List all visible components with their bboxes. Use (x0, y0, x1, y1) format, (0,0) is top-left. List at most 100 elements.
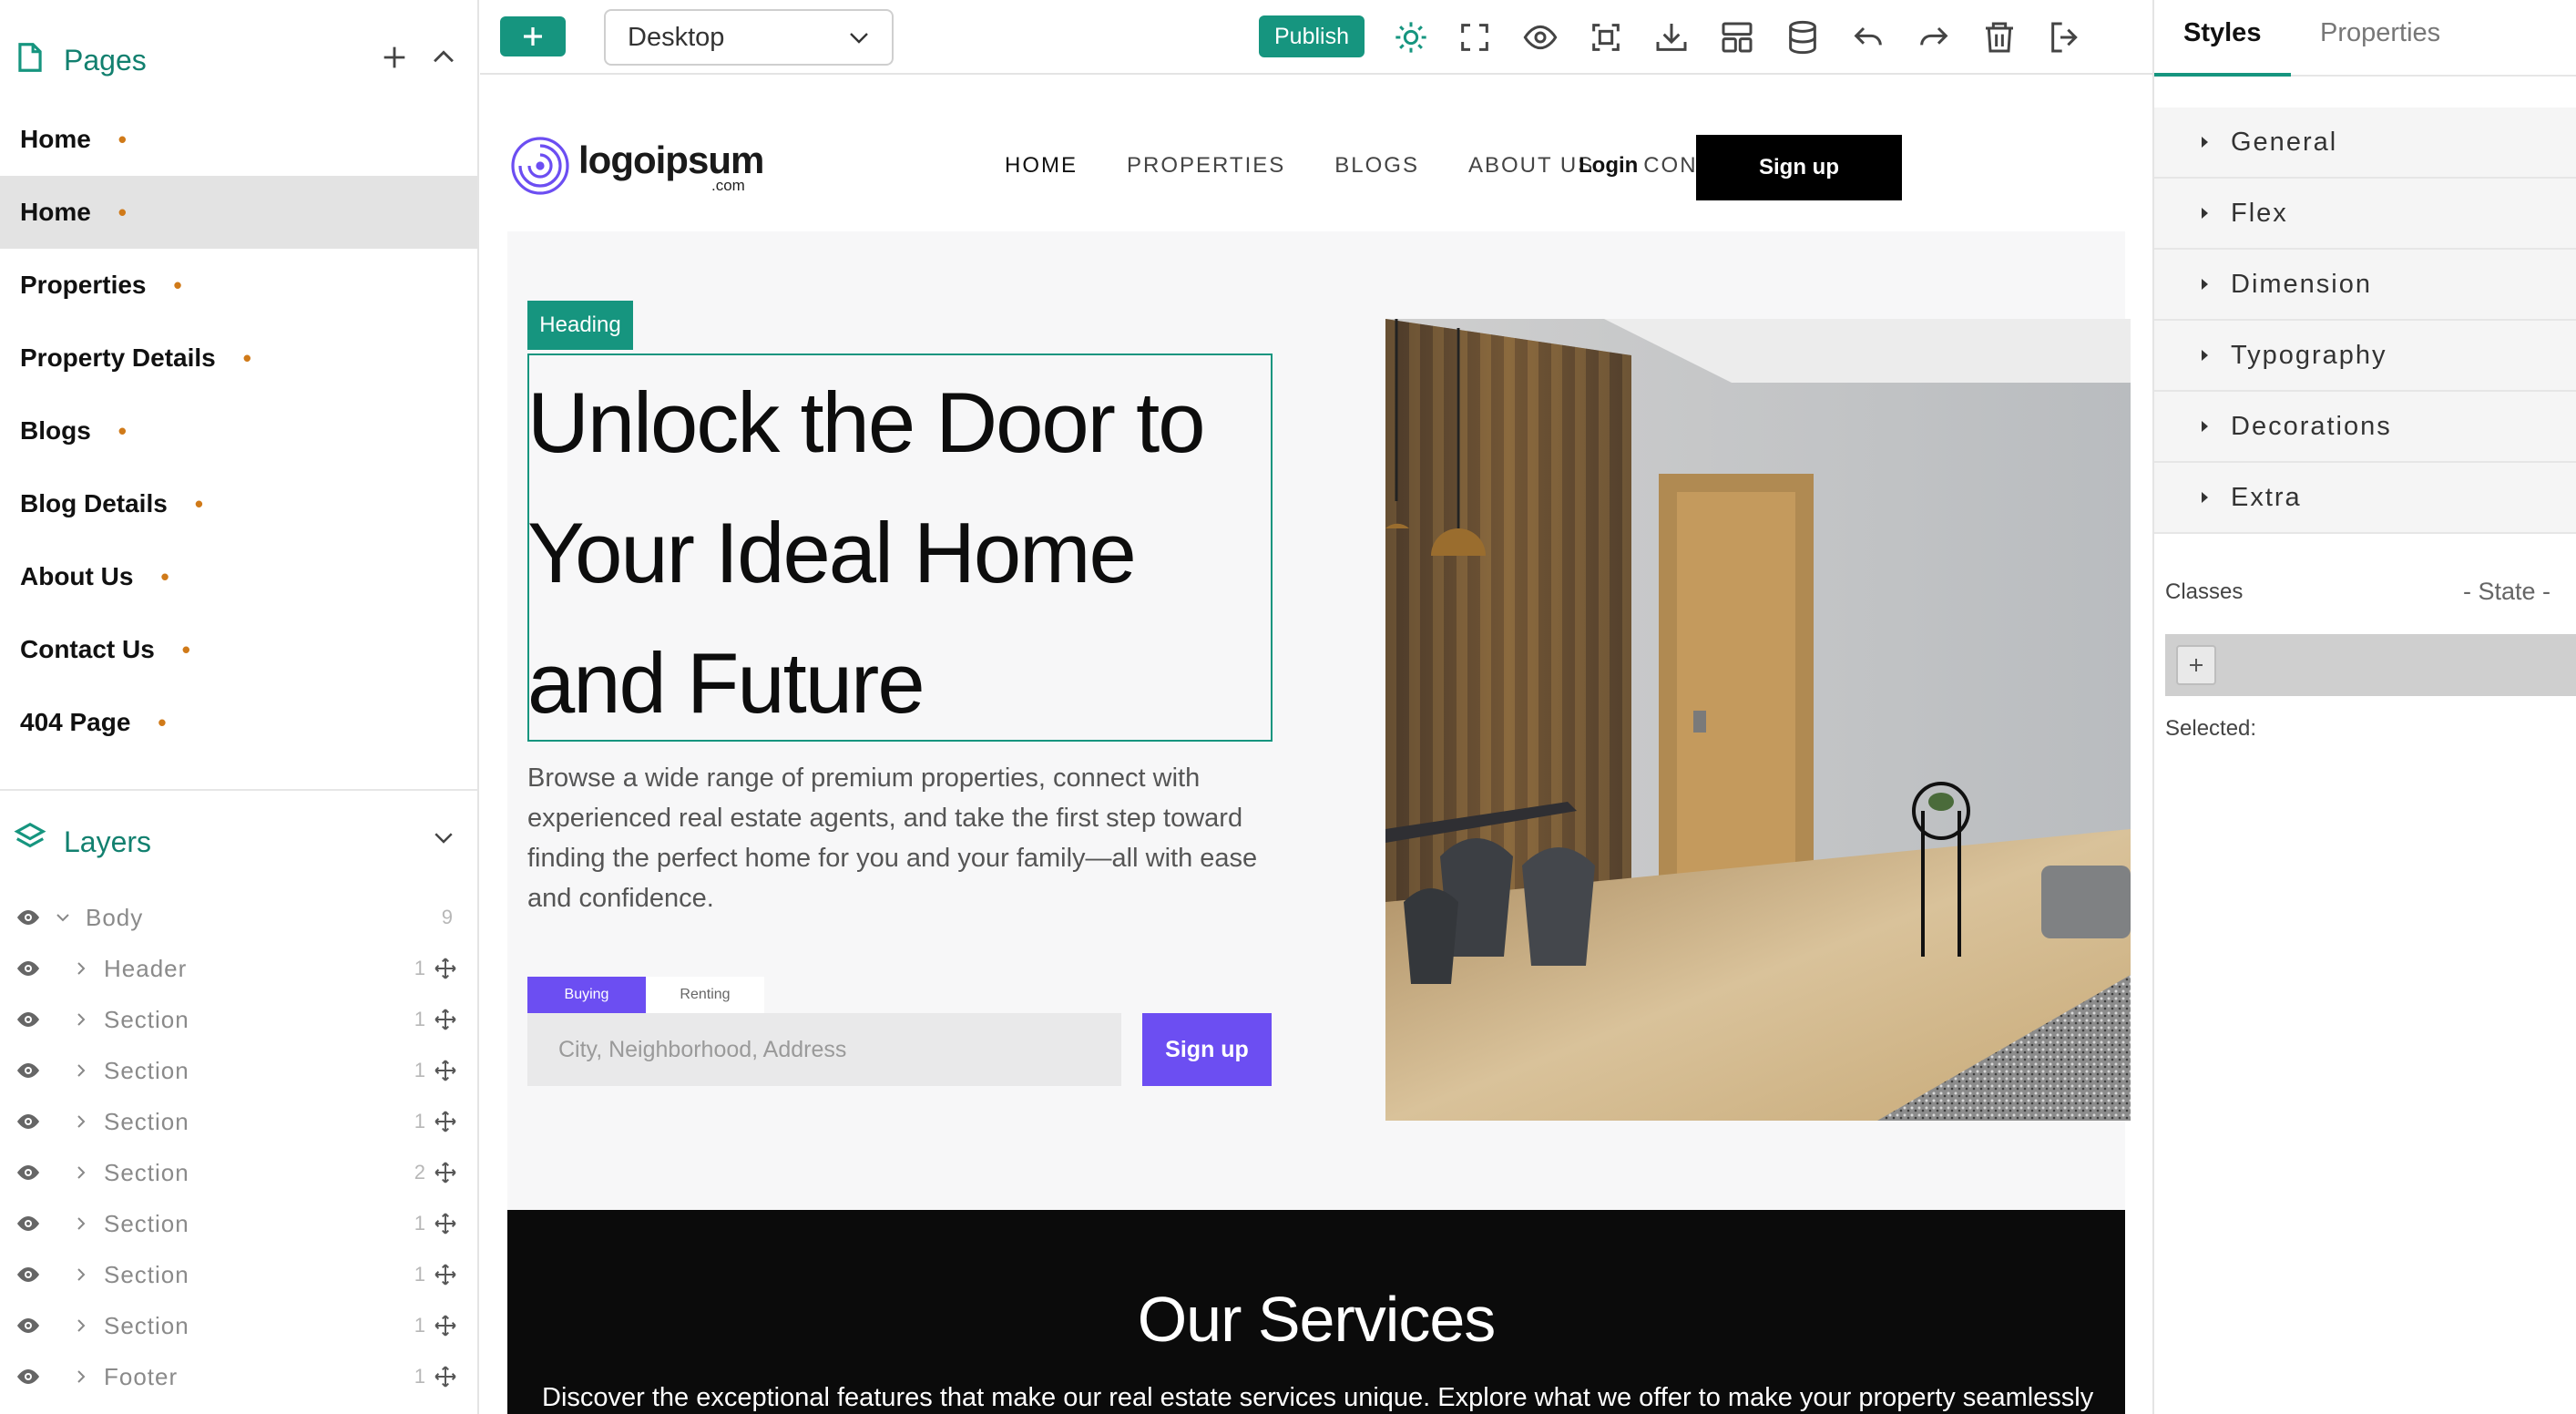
style-sector[interactable]: Flex (2154, 179, 2576, 250)
chevron-right-icon[interactable] (73, 1368, 89, 1385)
fullscreen-icon[interactable] (1457, 19, 1493, 56)
eye-icon[interactable] (16, 1112, 40, 1131)
eye-icon[interactable] (16, 908, 40, 927)
chevron-right-icon[interactable] (73, 1164, 89, 1181)
nav-link[interactable]: HOME (1005, 153, 1078, 179)
nav-link[interactable]: ABOUT US (1468, 153, 1594, 179)
chevron-right-icon[interactable] (73, 1317, 89, 1334)
page-item-label: Home (20, 198, 91, 226)
eye-icon[interactable] (16, 1061, 40, 1080)
nav-link[interactable]: BLOGS (1334, 153, 1419, 179)
eye-icon[interactable] (16, 1265, 40, 1284)
search-input[interactable] (527, 1013, 1121, 1086)
eye-icon[interactable] (16, 1317, 40, 1335)
chevron-right-icon[interactable] (73, 1266, 89, 1283)
exit-icon[interactable] (2047, 19, 2083, 56)
page-item[interactable]: Home • (0, 103, 477, 176)
eye-icon[interactable] (16, 1214, 40, 1233)
redo-icon[interactable] (1916, 19, 1952, 56)
chevron-right-icon[interactable] (73, 1215, 89, 1232)
layer-row[interactable]: Section 1 (0, 1198, 477, 1249)
style-sector[interactable]: Decorations (2154, 392, 2576, 463)
layer-row[interactable]: Section 2 (0, 1147, 477, 1198)
preview-eye-icon[interactable] (1522, 19, 1559, 56)
nav-link[interactable]: PROPERTIES (1127, 153, 1285, 179)
layout-icon[interactable] (1719, 19, 1755, 56)
drag-move-icon[interactable] (434, 1314, 457, 1337)
layer-row[interactable]: Section 1 (0, 1300, 477, 1351)
page-item[interactable]: Contact Us • (0, 613, 477, 686)
layer-row[interactable]: Section 1 (0, 994, 477, 1045)
drag-move-icon[interactable] (434, 957, 457, 980)
collapse-pages-icon[interactable] (428, 42, 459, 73)
tab-properties[interactable]: Properties (2320, 18, 2440, 48)
style-sector[interactable]: Dimension (2154, 250, 2576, 321)
eye-icon[interactable] (16, 959, 40, 978)
style-sector[interactable]: Extra (2154, 463, 2576, 534)
hero-heading[interactable]: Unlock the Door to Your Ideal Home and F… (527, 357, 1274, 748)
editor-canvas[interactable]: logoipsum .com HOME PROPERTIES BLOGS ABOUT … (480, 77, 2152, 1414)
chevron-right-icon[interactable] (73, 1011, 89, 1028)
chevron-right-icon[interactable] (73, 1062, 89, 1079)
undo-icon[interactable] (1850, 19, 1886, 56)
publish-button[interactable]: Publish (1259, 15, 1365, 57)
services-section[interactable]: Our Services Discover the exceptional fe… (507, 1210, 2125, 1414)
eye-icon[interactable] (16, 1010, 40, 1029)
drag-move-icon[interactable] (434, 1059, 457, 1082)
hero-description[interactable]: Browse a wide range of premium propertie… (527, 758, 1274, 918)
page-item[interactable]: About Us • (0, 540, 477, 613)
layer-row[interactable]: Footer 1 (0, 1351, 477, 1402)
drag-move-icon[interactable] (434, 1263, 457, 1286)
hero-signup-button[interactable]: Sign up (1142, 1013, 1272, 1086)
style-sector[interactable]: General (2154, 108, 2576, 179)
page-item[interactable]: Blogs • (0, 394, 477, 467)
drag-move-icon[interactable] (434, 1161, 457, 1184)
layer-row[interactable]: Section 1 (0, 1045, 477, 1096)
tab-styles[interactable]: Styles (2183, 18, 2261, 48)
download-icon[interactable] (1653, 19, 1690, 56)
page-item[interactable]: Home • (0, 176, 477, 249)
chevron-right-icon[interactable] (73, 1113, 89, 1130)
login-link[interactable]: Login (1579, 153, 1638, 179)
state-select[interactable]: - State - (2463, 578, 2550, 606)
interior-image[interactable] (1385, 319, 2131, 1121)
style-sector-label: Extra (2231, 482, 2302, 512)
add-class-button[interactable] (2176, 645, 2216, 685)
eye-icon[interactable] (16, 1368, 40, 1386)
tab-renting[interactable]: Renting (646, 977, 764, 1013)
drag-move-icon[interactable] (434, 1110, 457, 1133)
layers-header[interactable]: Layers (0, 798, 479, 889)
add-block-button[interactable] (500, 16, 566, 56)
device-select[interactable]: Desktop (604, 9, 894, 66)
drag-move-icon[interactable] (434, 1008, 457, 1031)
trash-icon[interactable] (1981, 19, 2018, 56)
page-item[interactable]: Property Details • (0, 322, 477, 394)
page-item[interactable]: Properties • (0, 249, 477, 322)
right-panel: Styles Properties General Flex Dimension Ty… (2152, 0, 2576, 1414)
drag-move-icon[interactable] (434, 1365, 457, 1388)
database-icon[interactable] (1784, 19, 1821, 56)
services-description[interactable]: Discover the exceptional features that m… (542, 1383, 2127, 1413)
chevron-down-icon[interactable] (430, 824, 457, 851)
site-header[interactable]: logoipsum .com HOME PROPERTIES BLOGS ABOUT … (507, 120, 2125, 211)
layer-row[interactable]: Header 1 (0, 943, 477, 994)
page-item[interactable]: Blog Details • (0, 467, 477, 540)
add-page-icon[interactable] (379, 42, 410, 73)
chevron-right-icon[interactable] (73, 960, 89, 977)
services-heading[interactable]: Our Services (507, 1283, 2125, 1356)
layer-row[interactable]: Body 9 (0, 892, 477, 943)
hero-section[interactable]: Heading Unlock the Door to Your Ideal Ho… (507, 231, 2131, 1292)
style-sector[interactable]: Typography (2154, 321, 2576, 392)
signup-button[interactable]: Sign up (1696, 135, 1902, 200)
tab-buying[interactable]: Buying (527, 977, 646, 1013)
layers-title: Layers (64, 825, 152, 858)
layer-row[interactable]: Section 1 (0, 1096, 477, 1147)
sun-icon[interactable] (1393, 19, 1429, 56)
eye-icon[interactable] (16, 1163, 40, 1182)
chevron-down-icon[interactable] (55, 909, 71, 926)
code-view-icon[interactable] (1588, 19, 1624, 56)
layer-row[interactable]: Section 1 (0, 1249, 477, 1300)
classes-label: Classes (2165, 579, 2244, 604)
page-item[interactable]: 404 Page • (0, 686, 477, 759)
drag-move-icon[interactable] (434, 1212, 457, 1235)
